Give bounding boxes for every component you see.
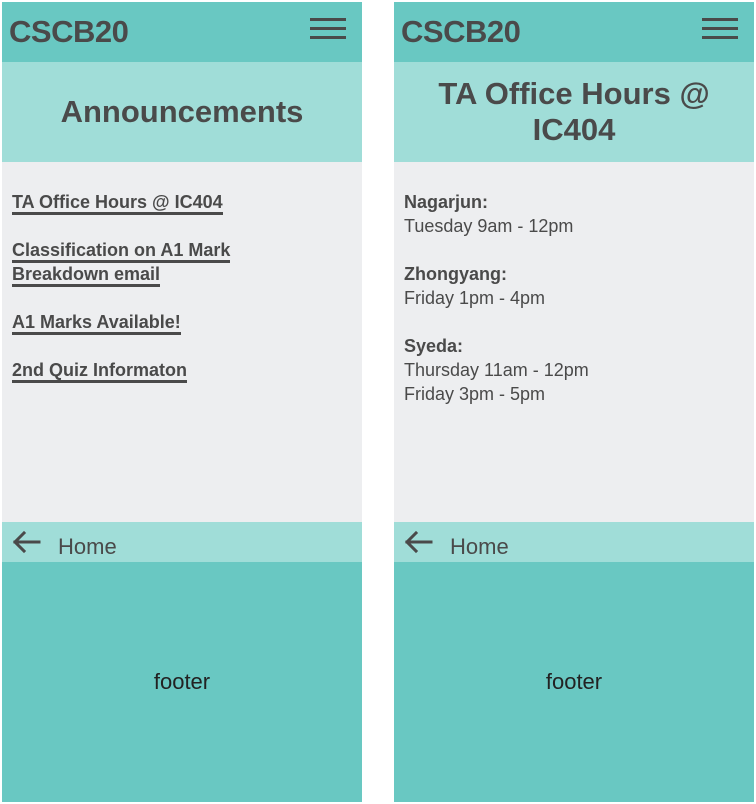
announcement-link[interactable]: Classification on A1 Mark Breakdown emai… <box>12 238 272 287</box>
ta-hours: Thursday 11am - 12pm <box>404 360 589 380</box>
ta-hours: Friday 3pm - 5pm <box>404 384 546 404</box>
ta-office-hours-screen: CSCB20 TA Office Hours @ IC404 Nagarjun:… <box>394 2 754 802</box>
top-nav-bar: CSCB20 <box>394 2 754 62</box>
brand-logo-text[interactable]: CSCB20 <box>401 12 521 52</box>
ta-entry: Zhongyang: Friday 1pm - 4pm <box>404 262 744 310</box>
top-nav-bar: CSCB20 <box>2 2 362 62</box>
home-label: Home <box>58 534 117 559</box>
announcement-link[interactable]: 2nd Quiz Informaton <box>12 358 272 383</box>
announcements-screen: CSCB20 Announcements TA Office Hours @ I… <box>2 2 362 802</box>
ta-name: Syeda: <box>404 336 464 356</box>
announcement-link[interactable]: A1 Marks Available! <box>12 310 272 335</box>
footer: footer <box>394 562 754 802</box>
ta-hours: Tuesday 9am - 12pm <box>404 216 574 236</box>
hamburger-menu-icon[interactable] <box>700 16 740 46</box>
home-label: Home <box>450 534 509 559</box>
ta-entry: Nagarjun: Tuesday 9am - 12pm <box>404 190 744 238</box>
home-back-button[interactable]: Home <box>394 522 754 562</box>
page-title: Announcements <box>60 94 304 129</box>
footer-text: footer <box>545 669 603 694</box>
page-title-band: TA Office Hours @ IC404 <box>394 62 754 162</box>
ta-hours: Friday 1pm - 4pm <box>404 288 546 308</box>
page-title-band: Announcements <box>2 62 362 162</box>
hamburger-menu-icon[interactable] <box>308 16 348 46</box>
arrow-left-icon <box>12 530 41 554</box>
office-hours-list: Nagarjun: Tuesday 9am - 12pm Zhongyang: … <box>394 162 754 522</box>
announcement-link[interactable]: TA Office Hours @ IC404 <box>12 190 272 215</box>
footer: footer <box>2 562 362 802</box>
brand-logo-text[interactable]: CSCB20 <box>9 12 129 52</box>
home-back-button[interactable]: Home <box>2 522 362 562</box>
arrow-left-icon <box>404 530 433 554</box>
ta-name: Nagarjun: <box>404 192 489 212</box>
footer-text: footer <box>153 669 211 694</box>
ta-name: Zhongyang: <box>404 264 507 284</box>
announcement-list: TA Office Hours @ IC404 Classification o… <box>2 162 362 522</box>
ta-entry: Syeda: Thursday 11am - 12pm Friday 3pm -… <box>404 334 744 406</box>
page-title: TA Office Hours @ IC404 <box>438 76 710 147</box>
